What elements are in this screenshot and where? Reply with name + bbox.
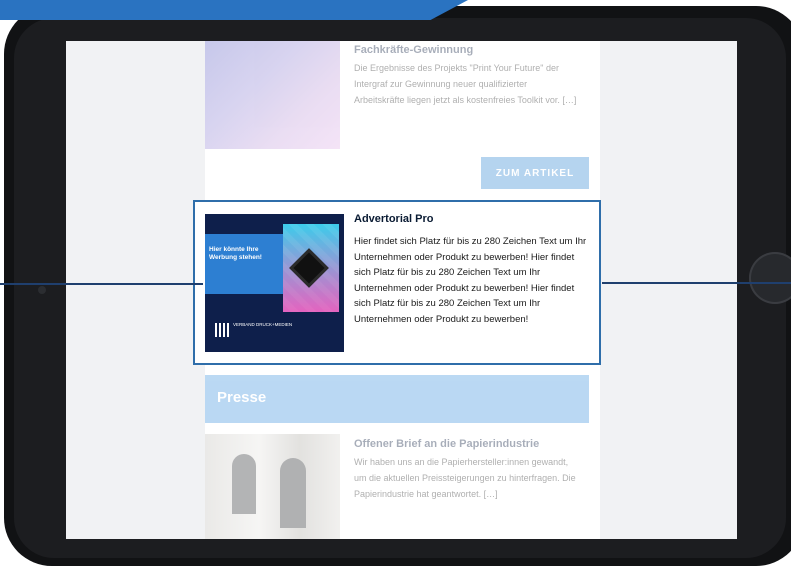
article-excerpt-press: Wir haben uns an die Papierhersteller:in… (354, 457, 576, 499)
tablet-screen: Fachkräfte-Gewinnung Die Ergebnisse des … (66, 41, 737, 539)
advertorial-text: Hier findet sich Platz für bis zu 280 Ze… (354, 236, 587, 325)
person-silhouette (280, 458, 306, 528)
person-silhouette (232, 454, 256, 514)
article-title-press[interactable]: Offener Brief an die Papierindustrie (354, 438, 539, 450)
read-article-button[interactable]: ZUM ARTIKEL (481, 157, 589, 189)
corner-banner (0, 0, 468, 20)
vdm-logo-icon (215, 323, 229, 337)
callout-line-right (602, 282, 791, 284)
camera-icon (38, 286, 46, 294)
article-excerpt: Die Ergebnisse des Projekts "Print Your … (354, 63, 577, 105)
callout-line-left (0, 283, 203, 285)
article-title[interactable]: Fachkräfte-Gewinnung (354, 44, 473, 56)
ad-blue-panel: Hier könnte Ihre Werbung stehen! (205, 234, 283, 294)
advertorial-image[interactable]: Hier könnte Ihre Werbung stehen! VERBAND… (205, 214, 344, 352)
advertorial-title[interactable]: Advertorial Pro (354, 213, 433, 225)
article-image[interactable] (205, 41, 340, 149)
web-page: Fachkräfte-Gewinnung Die Ergebnisse des … (193, 41, 601, 539)
ad-logo-text: VERBAND DRUCK+MEDIEN (233, 322, 293, 327)
press-heading: Presse (217, 389, 267, 406)
article-image-press[interactable] (205, 434, 340, 539)
press-section-header: Presse (205, 375, 589, 423)
advertorial-box[interactable]: Hier könnte Ihre Werbung stehen! VERBAND… (193, 200, 601, 365)
ad-slogan: Hier könnte Ihre Werbung stehen! (209, 246, 262, 261)
